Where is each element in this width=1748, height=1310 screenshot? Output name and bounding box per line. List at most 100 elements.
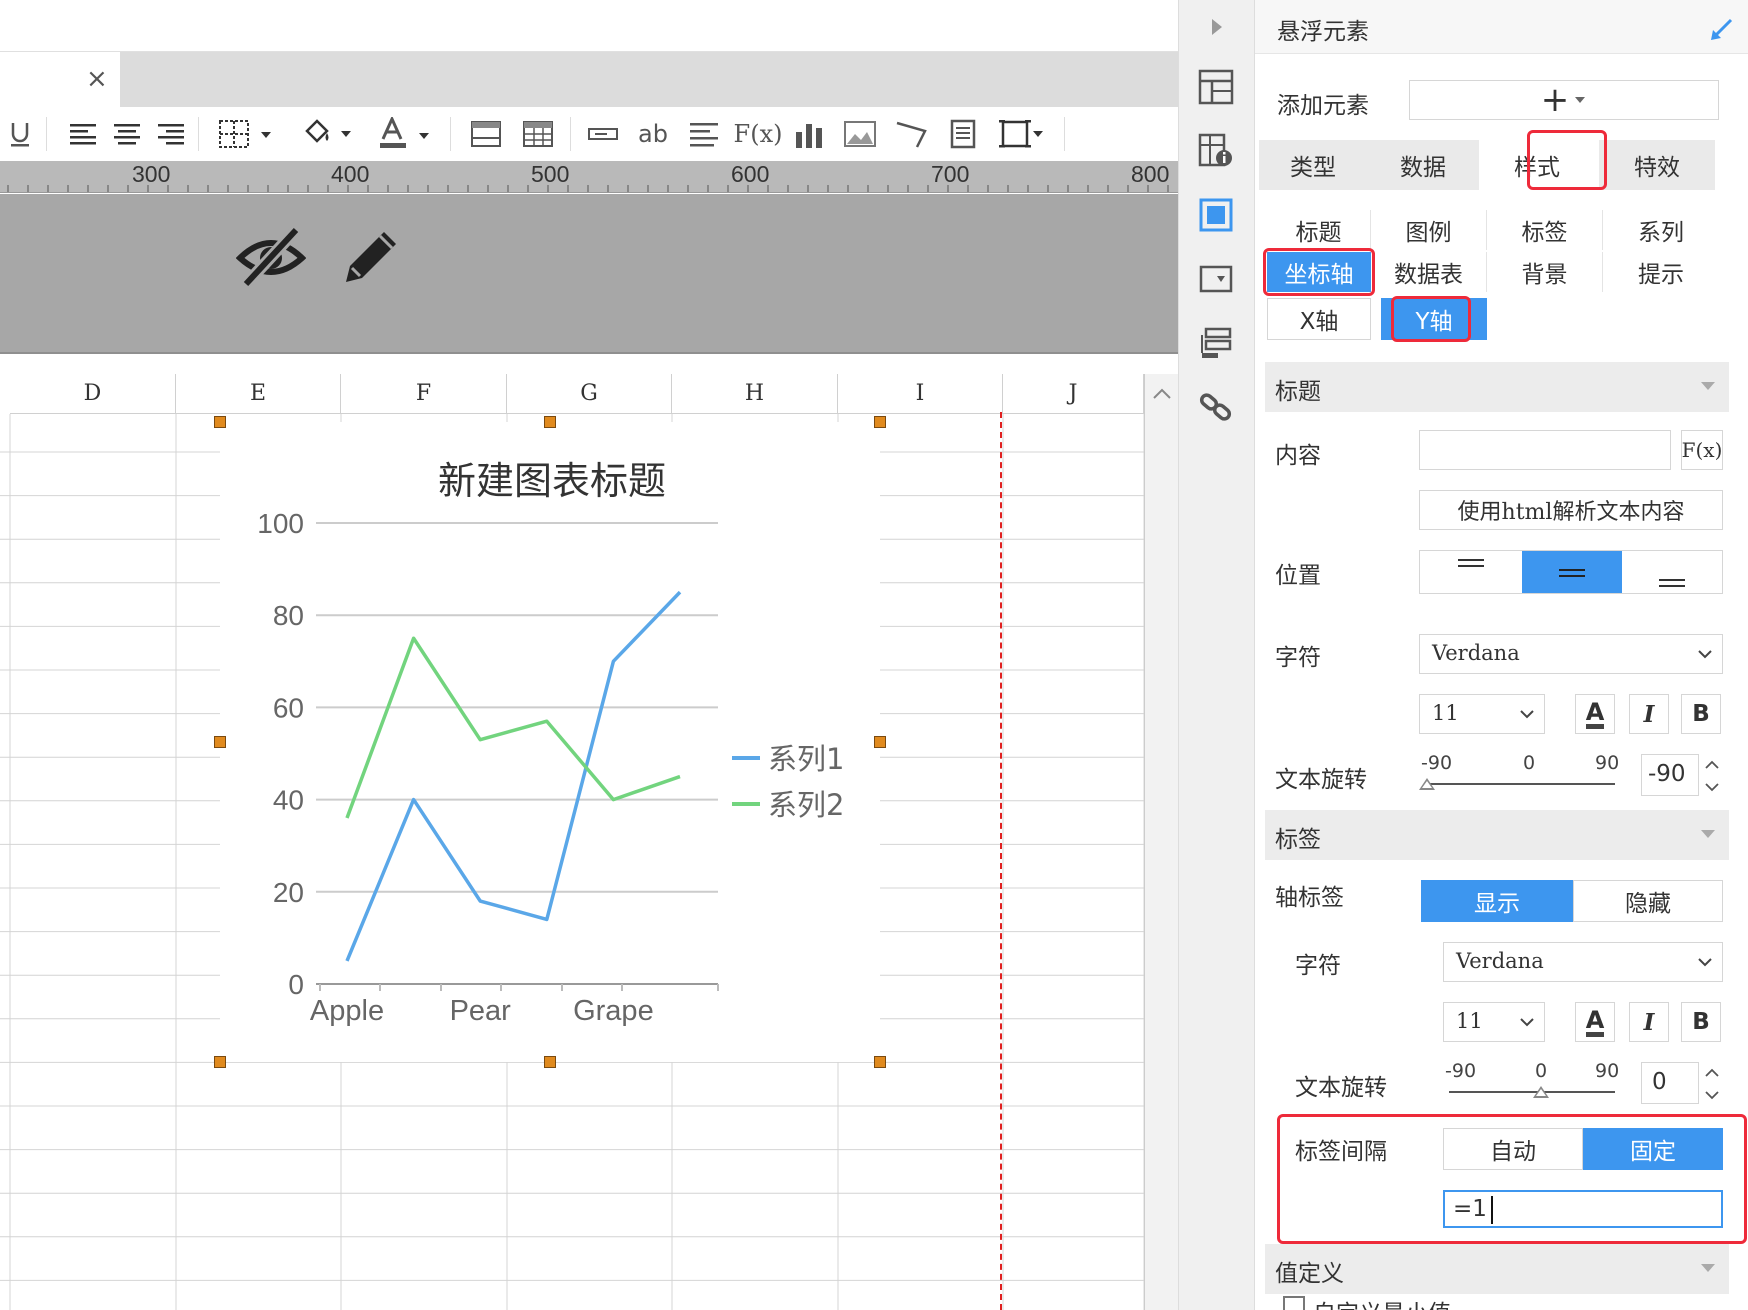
font-size-select[interactable]: 11 — [1419, 694, 1545, 734]
style-tab-background[interactable]: 背景 — [1487, 252, 1603, 292]
tab-type[interactable]: 类型 — [1259, 140, 1367, 190]
column-header-f[interactable]: F — [341, 374, 507, 414]
resize-handle-left[interactable] — [214, 736, 226, 748]
resize-handle-top-right[interactable] — [874, 416, 886, 428]
resize-handle-top[interactable] — [544, 416, 556, 428]
cell-info-icon[interactable] — [1193, 128, 1239, 174]
style-tab-series[interactable]: 系列 — [1603, 210, 1719, 250]
stepper-down-icon[interactable] — [1701, 776, 1723, 798]
stepper-up-icon[interactable] — [1701, 754, 1723, 776]
text-field-icon[interactable] — [586, 115, 620, 153]
label-rotation-thumb[interactable] — [1533, 1086, 1549, 1098]
expand-arrow-icon[interactable] — [1193, 4, 1239, 50]
text-label-icon[interactable]: ab — [634, 115, 672, 153]
font-color-button[interactable]: A — [1575, 694, 1615, 734]
widget-icon[interactable] — [1193, 256, 1239, 302]
close-tab-icon[interactable]: × — [86, 64, 108, 94]
section-label-header[interactable]: 标签 — [1265, 810, 1729, 860]
underline-icon[interactable] — [8, 115, 32, 153]
tab-style[interactable]: 样式 — [1479, 140, 1595, 190]
position-top-button[interactable] — [1420, 551, 1522, 593]
style-tab-axis[interactable]: 坐标轴 — [1267, 252, 1371, 292]
style-tab-tooltip[interactable]: 提示 — [1603, 252, 1719, 292]
document-tab[interactable]: × — [0, 52, 120, 107]
column-header-h[interactable]: H — [672, 374, 838, 414]
position-middle-button[interactable] — [1522, 551, 1622, 593]
interval-value-input[interactable]: =1 — [1443, 1190, 1723, 1228]
line-draw-icon[interactable] — [894, 115, 930, 153]
axis-tab-y[interactable]: Y轴 — [1381, 298, 1487, 340]
align-center-icon[interactable] — [110, 115, 144, 153]
page-icon[interactable] — [946, 115, 980, 153]
label-bold-button[interactable]: B — [1681, 1002, 1721, 1042]
float-element-icon[interactable] — [1193, 192, 1239, 238]
cell-layout-icon[interactable] — [1193, 64, 1239, 110]
font-color-icon[interactable] — [376, 115, 436, 153]
style-tab-label[interactable]: 标签 — [1487, 210, 1603, 250]
label-rotation-input[interactable]: 0 — [1641, 1062, 1699, 1104]
html-parse-button[interactable]: 使用html解析文本内容 — [1419, 490, 1723, 530]
rotation-stepper[interactable] — [1701, 754, 1723, 798]
stepper-up-icon[interactable] — [1701, 1062, 1723, 1084]
resize-handle-right[interactable] — [874, 736, 886, 748]
label-rotation-stepper[interactable] — [1701, 1062, 1723, 1106]
column-header-i[interactable]: I — [838, 374, 1003, 414]
condition-icon[interactable] — [1193, 320, 1239, 366]
resize-handle-bottom-left[interactable] — [214, 1056, 226, 1068]
tab-effects[interactable]: 特效 — [1599, 140, 1715, 190]
bold-button[interactable]: B — [1681, 694, 1721, 734]
align-right-icon[interactable] — [154, 115, 188, 153]
resize-handle-bottom[interactable] — [544, 1056, 556, 1068]
column-header-e[interactable]: E — [176, 374, 341, 414]
axis-tab-x[interactable]: X轴 — [1267, 298, 1371, 340]
label-rotation-track[interactable] — [1449, 1091, 1615, 1093]
align-left-icon[interactable] — [66, 115, 100, 153]
frame-dropdown-icon[interactable] — [996, 115, 1048, 153]
merge-cells-icon[interactable] — [468, 115, 504, 153]
style-tab-title[interactable]: 标题 — [1267, 210, 1371, 250]
stepper-down-icon[interactable] — [1701, 1084, 1723, 1106]
border-dropdown-icon[interactable] — [216, 115, 276, 153]
label-font-family-select[interactable]: Verdana — [1443, 942, 1723, 982]
paragraph-icon[interactable] — [686, 115, 722, 153]
label-italic-button[interactable]: I — [1629, 1002, 1669, 1042]
pin-panel-icon[interactable] — [1709, 14, 1737, 42]
image-icon[interactable] — [842, 115, 878, 153]
interval-fixed-button[interactable]: 固定 — [1583, 1128, 1723, 1170]
floating-chart[interactable]: 新建图表标题 0 20 40 60 80 100 Apple Pear Grape 系列1 系列2 — [220, 422, 880, 1062]
column-header-j[interactable]: J — [1003, 374, 1144, 414]
position-bottom-button[interactable] — [1622, 551, 1722, 593]
rotation-value-input[interactable]: -90 — [1641, 754, 1699, 796]
rotation-slider-thumb[interactable] — [1419, 778, 1435, 790]
section-value-header[interactable]: 值定义 — [1265, 1244, 1729, 1294]
resize-handle-bottom-right[interactable] — [874, 1056, 886, 1068]
resize-handle-top-left[interactable] — [214, 416, 226, 428]
fill-color-icon[interactable] — [298, 115, 358, 153]
column-header-g[interactable]: G — [507, 374, 672, 414]
eye-hidden-icon[interactable] — [236, 224, 306, 288]
label-font-color-button[interactable]: A — [1575, 1002, 1615, 1042]
pencil-edit-icon[interactable] — [338, 224, 404, 290]
column-header-d[interactable]: D — [10, 374, 176, 414]
label-font-size-select[interactable]: 11 — [1443, 1002, 1545, 1042]
bar-chart-icon[interactable] — [792, 115, 828, 153]
tab-data[interactable]: 数据 — [1367, 140, 1479, 190]
section-title-header[interactable]: 标题 — [1265, 362, 1729, 412]
style-tab-datatable[interactable]: 数据表 — [1371, 252, 1487, 292]
scroll-up-button[interactable] — [1144, 374, 1178, 414]
formula-icon[interactable]: F(x) — [734, 115, 783, 153]
formula-button[interactable]: F(x) — [1681, 430, 1723, 470]
rotation-slider-track[interactable] — [1425, 783, 1615, 785]
custom-min-checkbox[interactable] — [1283, 1296, 1305, 1310]
style-tab-legend[interactable]: 图例 — [1371, 210, 1487, 250]
hide-axis-label-button[interactable]: 隐藏 — [1573, 880, 1723, 922]
title-content-input[interactable] — [1419, 430, 1671, 470]
interval-auto-button[interactable]: 自动 — [1443, 1128, 1583, 1170]
show-axis-label-button[interactable]: 显示 — [1421, 880, 1573, 922]
add-element-button[interactable]: + — [1409, 80, 1719, 120]
italic-button[interactable]: I — [1629, 694, 1669, 734]
font-family-select[interactable]: Verdana — [1419, 634, 1723, 674]
vertical-scrollbar[interactable] — [1144, 414, 1178, 1310]
hyperlink-icon[interactable] — [1193, 384, 1239, 430]
table-grid-icon[interactable] — [520, 115, 556, 153]
